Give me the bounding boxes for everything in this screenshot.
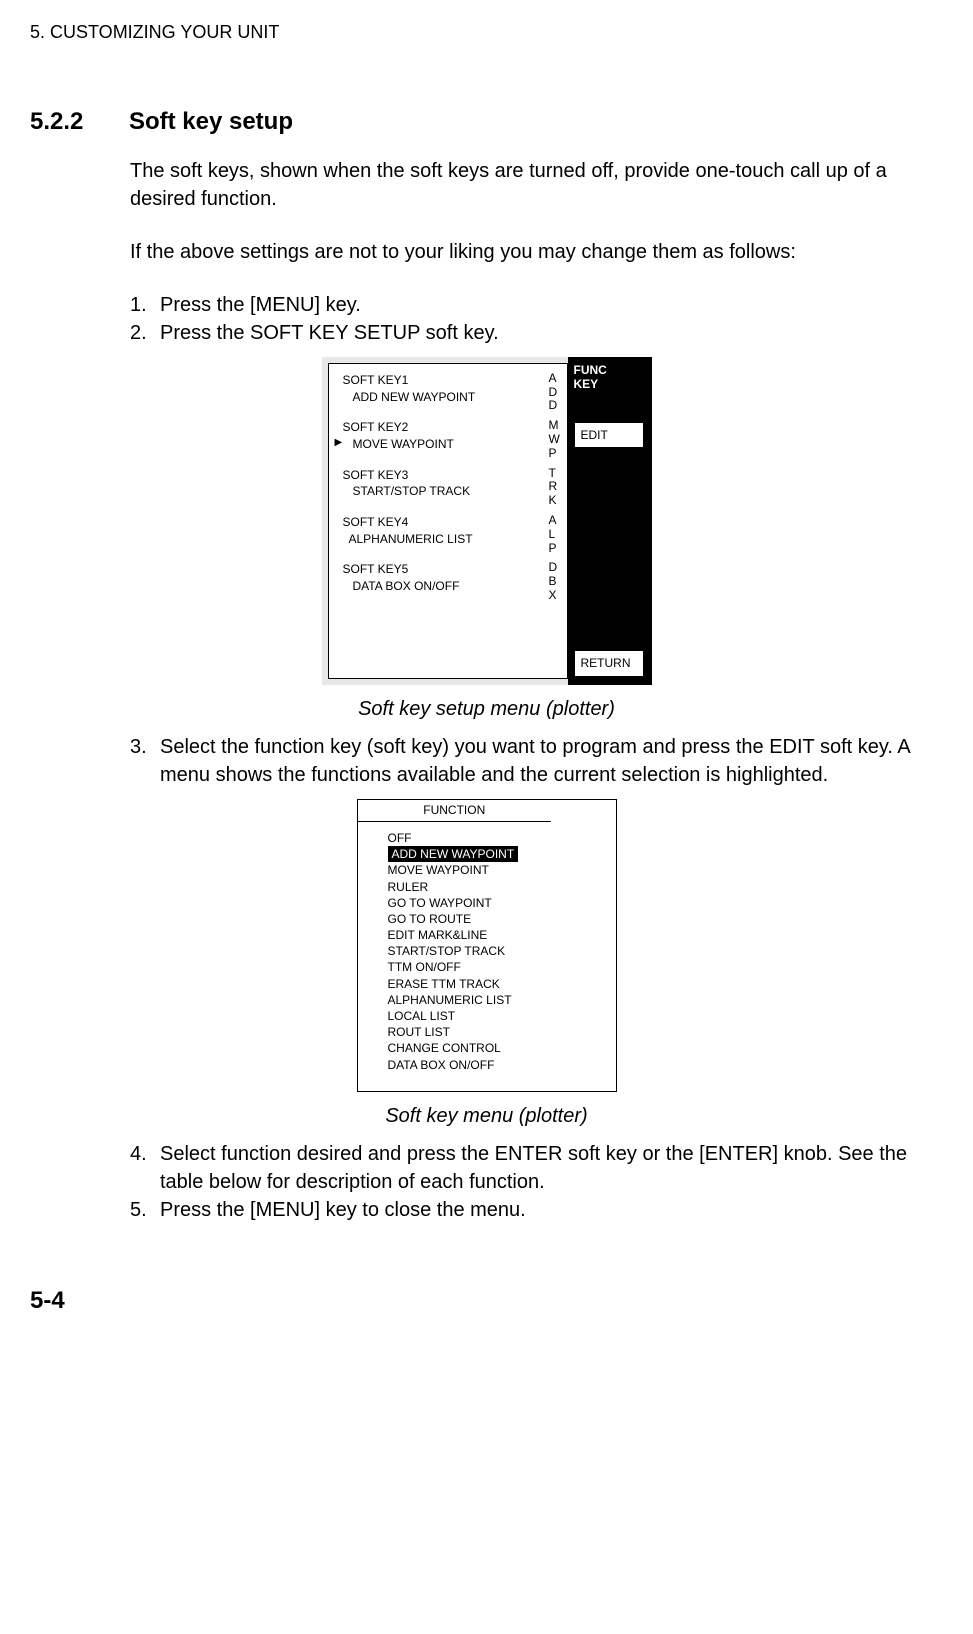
softkey-5-label: SOFT KEY5: [335, 561, 549, 578]
function-item-ttm[interactable]: TTM ON/OFF: [388, 959, 586, 975]
step-text: Select the function key (soft key) you w…: [160, 733, 943, 789]
page-number: 5-4: [30, 1284, 943, 1318]
code-char: T: [549, 467, 561, 481]
function-item-goto-waypoint[interactable]: GO TO WAYPOINT: [388, 895, 586, 911]
step-5: 5. Press the [MENU] key to close the men…: [130, 1196, 943, 1224]
figure-2-caption: Soft key menu (plotter): [30, 1102, 943, 1130]
function-item-off[interactable]: OFF: [388, 830, 586, 846]
code-char: A: [549, 514, 561, 528]
function-menu-title: FUNCTION: [358, 800, 552, 822]
softkey-3-value: START/STOP TRACK: [335, 483, 549, 500]
step-text: Press the [MENU] key.: [160, 291, 943, 319]
function-item-rout-list[interactable]: ROUT LIST: [388, 1024, 586, 1040]
softkey-1-value: ADD NEW WAYPOINT: [335, 389, 549, 406]
code-char: D: [549, 386, 561, 400]
step-number: 4.: [130, 1140, 160, 1196]
paragraph-2: If the above settings are not to your li…: [130, 238, 943, 266]
step-text: Press the SOFT KEY SETUP soft key.: [160, 319, 943, 347]
func-key-line1: FUNC: [574, 363, 607, 377]
step-2: 2. Press the SOFT KEY SETUP soft key.: [130, 319, 943, 347]
softkey-2-code: M W P: [549, 419, 561, 460]
code-char: X: [549, 589, 561, 603]
softkey-2-label: SOFT KEY2: [335, 419, 549, 436]
code-char: K: [549, 494, 561, 508]
softkey-4-value: ALPHANUMERIC LIST: [335, 531, 549, 548]
function-list: OFF ADD NEW WAYPOINT MOVE WAYPOINT RULER…: [358, 822, 616, 1091]
function-item-data-box[interactable]: DATA BOX ON/OFF: [388, 1057, 586, 1073]
function-item-edit-mark[interactable]: EDIT MARK&LINE: [388, 927, 586, 943]
softkey-3-code: T R K: [549, 467, 561, 508]
softkey-4-label: SOFT KEY4: [335, 514, 549, 531]
softkey-3-block: SOFT KEY3 START/STOP TRACK T R K: [335, 467, 561, 508]
code-char: D: [549, 399, 561, 413]
step-number: 1.: [130, 291, 160, 319]
code-char: R: [549, 480, 561, 494]
section-heading: 5.2.2 Soft key setup: [30, 105, 943, 139]
function-item-erase-ttm[interactable]: ERASE TTM TRACK: [388, 976, 586, 992]
code-char: A: [549, 372, 561, 386]
button-spacer: [574, 450, 646, 650]
code-char: W: [549, 433, 561, 447]
soft-button-panel: FUNC KEY EDIT RETURN: [568, 357, 652, 685]
function-item-ruler[interactable]: RULER: [388, 879, 586, 895]
code-char: P: [549, 447, 561, 461]
step-text: Press the [MENU] key to close the menu.: [160, 1196, 943, 1224]
step-4: 4. Select function desired and press the…: [130, 1140, 943, 1196]
edit-button[interactable]: EDIT: [574, 422, 646, 451]
function-item-change-control[interactable]: CHANGE CONTROL: [388, 1040, 586, 1056]
section-number: 5.2.2: [30, 105, 83, 139]
softkey-1-label: SOFT KEY1: [335, 372, 549, 389]
function-item-add-waypoint[interactable]: ADD NEW WAYPOINT: [388, 846, 586, 862]
code-char: M: [549, 419, 561, 433]
figure-2: FUNCTION OFF ADD NEW WAYPOINT MOVE WAYPO…: [30, 799, 943, 1092]
step-number: 2.: [130, 319, 160, 347]
page-header: 5. CUSTOMIZING YOUR UNIT: [30, 20, 943, 45]
softkey-4-block: SOFT KEY4 ALPHANUMERIC LIST A L P: [335, 514, 561, 555]
softkey-2-block: SOFT KEY2 ▶ MOVE WAYPOINT M W P: [335, 419, 561, 460]
func-key-label: FUNC KEY: [574, 363, 646, 392]
code-char: D: [549, 561, 561, 575]
section-title: Soft key setup: [129, 108, 293, 135]
setup-menu-screen: SOFT KEY1 ADD NEW WAYPOINT A D D SOFT KE…: [322, 357, 652, 685]
function-item-local-list[interactable]: LOCAL LIST: [388, 1008, 586, 1024]
function-menu-screen: FUNCTION OFF ADD NEW WAYPOINT MOVE WAYPO…: [357, 799, 617, 1092]
function-item-move-waypoint[interactable]: MOVE WAYPOINT: [388, 862, 586, 878]
code-char: P: [549, 542, 561, 556]
softkey-4-code: A L P: [549, 514, 561, 555]
step-1: 1. Press the [MENU] key.: [130, 291, 943, 319]
function-item-track[interactable]: START/STOP TRACK: [388, 943, 586, 959]
code-char: B: [549, 575, 561, 589]
step-3: 3. Select the function key (soft key) yo…: [130, 733, 943, 789]
softkey-5-code: D B X: [549, 561, 561, 602]
figure-1: SOFT KEY1 ADD NEW WAYPOINT A D D SOFT KE…: [30, 357, 943, 685]
figure-1-caption: Soft key setup menu (plotter): [30, 695, 943, 723]
function-item-goto-route[interactable]: GO TO ROUTE: [388, 911, 586, 927]
softkey-1-code: A D D: [549, 372, 561, 413]
step-number: 5.: [130, 1196, 160, 1224]
softkey-3-label: SOFT KEY3: [335, 467, 549, 484]
cursor-icon: ▶: [335, 436, 343, 450]
selected-highlight: ADD NEW WAYPOINT: [388, 846, 519, 862]
setup-menu-list: SOFT KEY1 ADD NEW WAYPOINT A D D SOFT KE…: [328, 363, 568, 679]
paragraph-1: The soft keys, shown when the soft keys …: [130, 157, 943, 213]
softkey-1-block: SOFT KEY1 ADD NEW WAYPOINT A D D: [335, 372, 561, 413]
step-number: 3.: [130, 733, 160, 789]
return-button[interactable]: RETURN: [574, 650, 646, 679]
code-char: L: [549, 528, 561, 542]
softkey-2-value: MOVE WAYPOINT: [343, 436, 454, 453]
function-item-alpha-list[interactable]: ALPHANUMERIC LIST: [388, 992, 586, 1008]
softkey-5-value: DATA BOX ON/OFF: [335, 578, 549, 595]
step-text: Select function desired and press the EN…: [160, 1140, 943, 1196]
softkey-5-block: SOFT KEY5 DATA BOX ON/OFF D B X: [335, 561, 561, 602]
func-key-line2: KEY: [574, 377, 599, 391]
